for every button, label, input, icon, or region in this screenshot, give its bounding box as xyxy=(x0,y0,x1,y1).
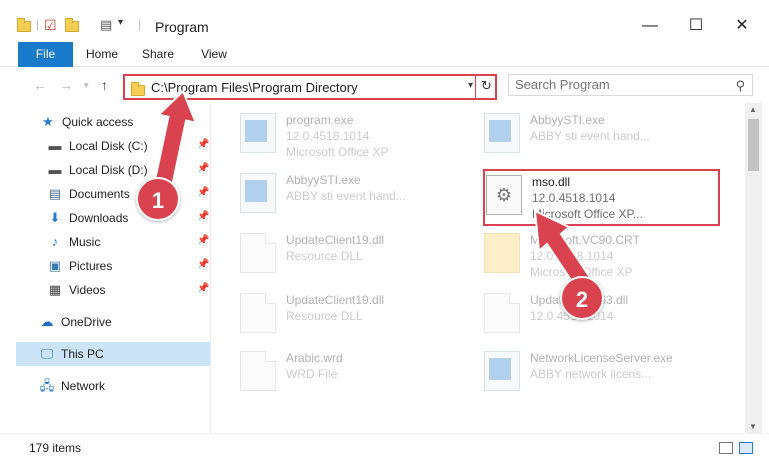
file-item[interactable]: AbbyySTI.exe ABBY sti event hand... xyxy=(240,169,480,217)
file-explorer-window: | ☑ ▤ ▾ | Program — ☐ ✕ File Home Share … xyxy=(0,0,769,469)
dll-icon xyxy=(240,233,276,273)
dll-icon xyxy=(484,293,520,333)
chevron-down-icon[interactable]: ▾ xyxy=(118,17,134,33)
separator: | xyxy=(36,17,40,31)
step2-badge: 2 xyxy=(560,276,604,320)
search-input[interactable] xyxy=(515,77,715,92)
tab-share[interactable]: Share xyxy=(136,42,180,67)
ribbon-tabs: File Home Share View xyxy=(0,42,769,67)
folder-icon xyxy=(16,17,32,33)
minimize-button[interactable]: — xyxy=(627,12,673,42)
app-icon xyxy=(240,173,276,213)
scroll-down-icon[interactable]: ▼ xyxy=(749,422,757,431)
drive-icon: ▬ xyxy=(48,162,62,177)
cloud-icon: ☁ xyxy=(40,314,54,329)
star-icon: ★ xyxy=(42,114,54,129)
step1-badge: 1 xyxy=(136,177,180,221)
setup-icon xyxy=(240,113,276,153)
refresh-icon[interactable]: ↻ xyxy=(475,74,497,100)
history-chevron-icon[interactable]: ▾ xyxy=(84,80,89,91)
pin-icon[interactable]: 📌 xyxy=(197,283,209,294)
downloads-icon: ⬇ xyxy=(49,210,61,225)
file-item[interactable]: UpdateClient19.dll Resource DLL xyxy=(240,229,480,277)
file-list: program.exe 12.0.4518.1014 Microsoft Off… xyxy=(212,103,745,433)
videos-icon: ▦ xyxy=(48,282,62,297)
pictures-icon: ▣ xyxy=(48,258,62,273)
computer-icon: 🖵 xyxy=(40,346,54,361)
app-icon xyxy=(484,113,520,153)
tab-file[interactable]: File xyxy=(18,42,73,67)
tab-view[interactable]: View xyxy=(194,42,234,67)
maximize-button[interactable]: ☐ xyxy=(673,12,719,42)
separator: | xyxy=(138,17,142,31)
window-title: Program xyxy=(155,19,209,35)
back-arrow-icon[interactable]: ← xyxy=(33,77,47,93)
file-item[interactable]: NetworkLicenseServer.exe ABBY network li… xyxy=(484,347,724,395)
scroll-thumb[interactable] xyxy=(748,119,759,171)
details-view-icon[interactable] xyxy=(719,442,733,454)
search-icon[interactable]: ⚲ xyxy=(735,78,745,94)
app-icon xyxy=(484,351,520,391)
chevron-down-icon[interactable]: ▾ xyxy=(468,80,473,91)
pin-icon[interactable]: 📌 xyxy=(197,235,209,246)
scroll-up-icon[interactable]: ▲ xyxy=(749,105,757,114)
forward-arrow-icon[interactable]: → xyxy=(59,77,73,93)
doc-icon xyxy=(240,351,276,391)
vertical-scrollbar[interactable]: ▲ ▼ xyxy=(745,103,762,433)
drive-icon: ▬ xyxy=(48,138,62,153)
tab-home[interactable]: Home xyxy=(80,42,124,67)
documents-icon: ▤ xyxy=(48,186,62,201)
file-item[interactable]: Arabic.wrd WRD File xyxy=(240,347,480,395)
status-bar: 179 items xyxy=(0,433,769,469)
pin-icon[interactable]: 📌 xyxy=(197,259,209,270)
address-row: ← → ▾ ↑ C:\Program Files\Program Directo… xyxy=(0,67,769,103)
file-item[interactable]: AbbyySTI.exe ABBY sti event hand... xyxy=(484,109,724,157)
network-icon: 🖧 xyxy=(39,378,55,393)
large-icons-view-icon[interactable] xyxy=(739,442,753,454)
search-box[interactable]: ⚲ xyxy=(508,74,753,96)
folder-icon xyxy=(484,233,520,273)
dll-icon xyxy=(240,293,276,333)
new-folder-icon[interactable] xyxy=(64,17,80,33)
music-icon: ♪ xyxy=(51,234,59,249)
file-item[interactable]: program.exe 12.0.4518.1014 Microsoft Off… xyxy=(240,109,480,159)
up-arrow-icon[interactable]: ↑ xyxy=(101,77,108,93)
pin-icon[interactable]: 📌 xyxy=(197,211,209,222)
title-bar: | ☑ ▤ ▾ | Program — ☐ ✕ xyxy=(0,0,769,42)
item-count: 179 items xyxy=(29,441,82,455)
file-item[interactable]: UpdateClient19.dll Resource DLL xyxy=(240,289,480,337)
close-button[interactable]: ✕ xyxy=(719,12,765,42)
customize-icon[interactable]: ▤ xyxy=(100,17,116,33)
properties-icon[interactable]: ☑ xyxy=(44,17,60,33)
